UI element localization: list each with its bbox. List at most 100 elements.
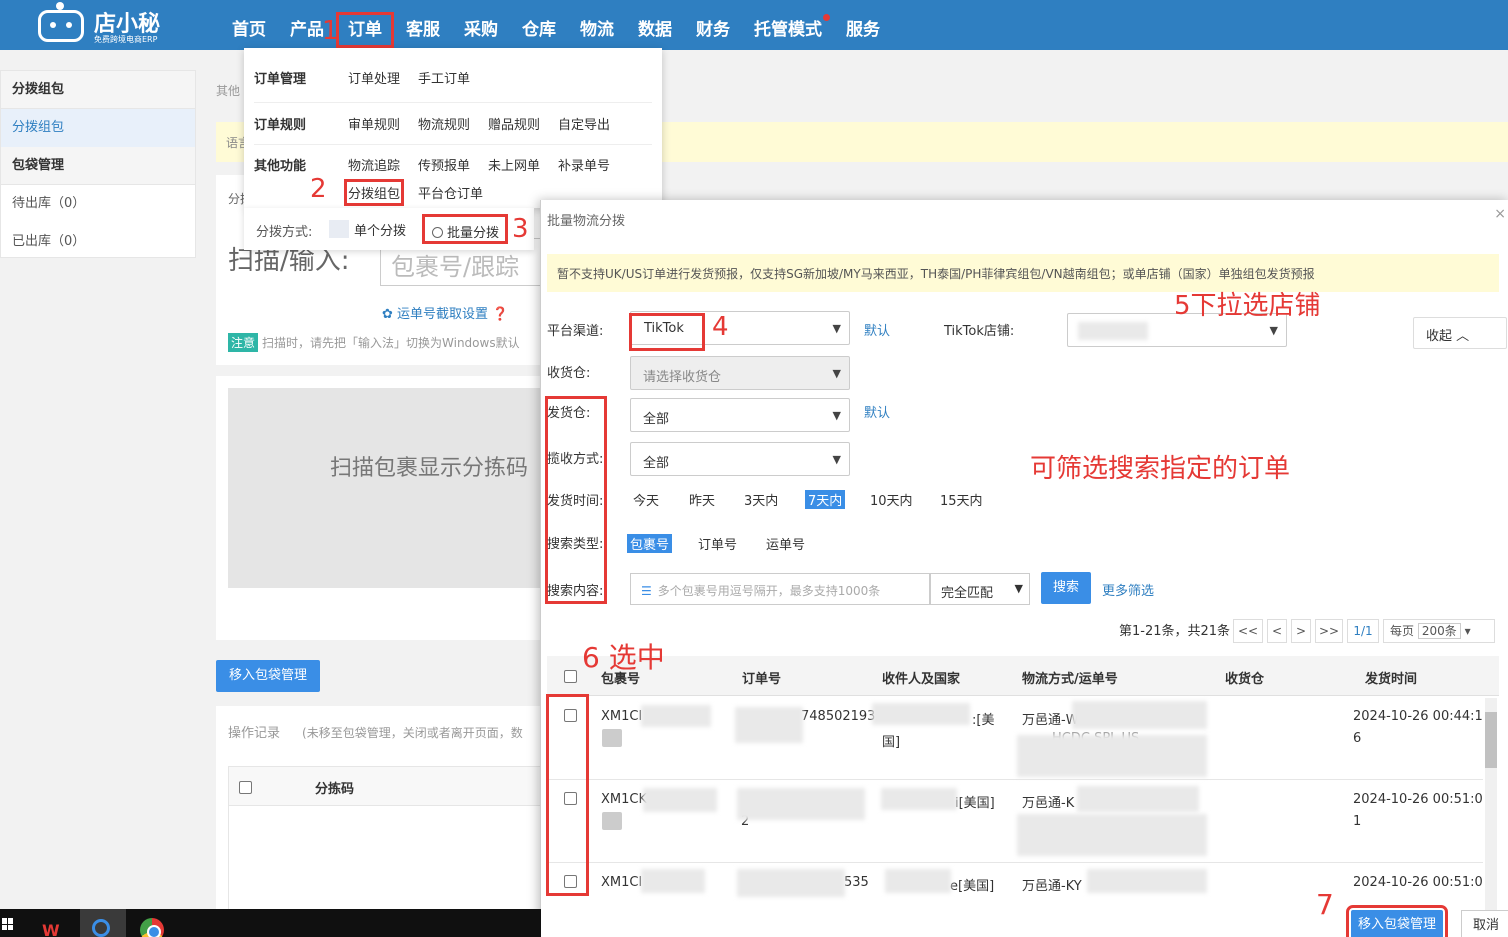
- search-type-order[interactable]: 订单号: [698, 534, 737, 553]
- column-order: 订单号: [742, 672, 782, 687]
- search-content-input[interactable]: ☰ 多个包裹号用逗号隔开，最多支持1000条: [630, 573, 930, 605]
- search-type-waybill[interactable]: 运单号: [766, 534, 805, 553]
- table-row[interactable]: XM1Cl 748502193 :[美 国] 万邑通-W HCDC SPL US…: [547, 697, 1483, 780]
- select-all-checkbox[interactable]: [564, 670, 577, 683]
- package-tag: [602, 812, 622, 830]
- collapse-button[interactable]: 收起 ︿: [1413, 317, 1507, 349]
- blurred-cell: [643, 788, 717, 812]
- annotation-step-1: 1: [322, 16, 339, 46]
- menu-item-gift-rules[interactable]: 赠品规则: [488, 114, 540, 133]
- menu-item-manual-order[interactable]: 手工订单: [418, 68, 470, 87]
- search-button[interactable]: 搜索: [1041, 572, 1091, 604]
- menu-item-order-process[interactable]: 订单处理: [348, 68, 400, 87]
- platform-select[interactable]: TikTok ▼: [629, 311, 850, 351]
- ship-time: 2024-10-26 00:51:0: [1353, 875, 1483, 890]
- nav-hosting-mode[interactable]: 托管模式: [742, 0, 834, 50]
- sidebar-item-pending[interactable]: 待出库（0）: [1, 185, 195, 223]
- platform-value: TikTok: [629, 313, 705, 351]
- nav-home[interactable]: 首页: [220, 0, 278, 50]
- blurred-cell: [737, 869, 845, 897]
- receive-warehouse-select[interactable]: 请选择收货仓 ▼: [630, 356, 850, 390]
- nav-orders[interactable]: 订单: [336, 12, 394, 48]
- menu-item-audit-rules[interactable]: 审单规则: [348, 114, 400, 133]
- search-placeholder: 多个包裹号用逗号隔开，最多支持1000条: [657, 584, 881, 598]
- windows-start-icon[interactable]: [2, 918, 14, 930]
- time-option-today[interactable]: 今天: [633, 490, 659, 509]
- table-row[interactable]: XM1Cl 535 e[美国] 万邑通-KY 2024-10-26 00:51:…: [547, 863, 1483, 937]
- note-text: 扫描时，请先把「输入法」切换为Windows默认: [262, 336, 520, 350]
- batch-sort-option[interactable]: 批量分拨: [422, 214, 508, 244]
- platform-default-link[interactable]: 默认: [864, 320, 890, 339]
- ship-warehouse-select[interactable]: 全部 ▼: [630, 398, 850, 432]
- table-row[interactable]: XM1CK 2 i[美国] 万邑通-K 2024-10-26 00:51:0 1: [547, 780, 1483, 863]
- ship-time-cont: 1: [1353, 814, 1362, 829]
- top-nav-bar: 店小秘 免费跨境电商ERP 首页 产品 订单 客服 采购 仓库 物流 数据 财务…: [0, 0, 1508, 50]
- close-icon[interactable]: ×: [1494, 206, 1506, 222]
- per-page-control[interactable]: 每页 200条 ▾: [1383, 619, 1495, 643]
- annotation-step-2: 2: [310, 174, 327, 204]
- annotation-step-4: 4: [712, 312, 729, 342]
- time-option-15days[interactable]: 15天内: [940, 490, 983, 509]
- time-option-7days[interactable]: 7天内: [805, 490, 846, 509]
- blurred-cell: [641, 869, 705, 893]
- scan-display-text: 扫描包裹显示分拣码: [330, 456, 529, 481]
- sidebar-item-sorting[interactable]: 分拨组包: [1, 109, 195, 147]
- os-taskbar: W: [0, 909, 541, 937]
- app-logo[interactable]: 店小秘 免费跨境电商ERP: [38, 2, 178, 46]
- nav-data[interactable]: 数据: [626, 0, 684, 50]
- ship-time-label: 发货时间:: [547, 494, 604, 509]
- blurred-cell: [885, 869, 951, 893]
- ship-time: 2024-10-26 00:44:1: [1353, 709, 1483, 724]
- scan-input-placeholder: 包裹号/跟踪: [391, 253, 520, 281]
- time-option-10days[interactable]: 10天内: [870, 490, 913, 509]
- pager-last[interactable]: >>: [1315, 619, 1343, 643]
- nav-services[interactable]: 服务: [834, 0, 892, 50]
- menu-item-custom-export[interactable]: 自定导出: [558, 114, 610, 133]
- match-mode-select[interactable]: 完全匹配 ▼: [930, 573, 1030, 605]
- chrome-icon[interactable]: [140, 918, 164, 937]
- pager-first[interactable]: <<: [1233, 619, 1263, 643]
- sorting-method-bar: 分拨方式: 单个分拨 批量分拨: [244, 208, 534, 250]
- search-app-icon[interactable]: [80, 909, 126, 937]
- move-to-bag-button-bg[interactable]: 移入包袋管理: [216, 660, 320, 692]
- chevron-down-icon: ▼: [832, 322, 841, 335]
- wps-icon[interactable]: W: [42, 921, 60, 937]
- logistics-method: 万邑通-W: [1022, 713, 1079, 728]
- chevron-up-icon: ︿: [1456, 329, 1470, 344]
- nav-finance[interactable]: 财务: [684, 0, 742, 50]
- order-table-header: 包裹号 订单号 收件人及国家 物流方式/运单号 收货仓 发货时间: [547, 656, 1499, 696]
- single-sort-label[interactable]: 单个分拨: [354, 220, 406, 239]
- column-logistics: 物流方式/运单号: [1022, 672, 1118, 687]
- nav-logistics[interactable]: 物流: [568, 0, 626, 50]
- time-option-yesterday[interactable]: 昨天: [689, 490, 715, 509]
- menu-item-logistics-rules[interactable]: 物流规则: [418, 114, 470, 133]
- radio-icon: [432, 227, 443, 238]
- platform-label: 平台渠道:: [547, 324, 604, 339]
- scrollbar-thumb[interactable]: [1485, 712, 1497, 768]
- time-option-3days[interactable]: 3天内: [744, 490, 778, 509]
- select-all-checkbox[interactable]: [239, 781, 252, 794]
- column-recipient: 收件人及国家: [882, 672, 961, 687]
- search-type-label: 搜索类型:: [547, 537, 604, 552]
- search-type-package[interactable]: 包裹号: [627, 534, 673, 553]
- more-filter-link[interactable]: 更多筛选: [1102, 580, 1154, 599]
- ship-default-link[interactable]: 默认: [864, 402, 890, 421]
- blurred-cell: [872, 703, 970, 725]
- modal-notice: 暂不支持UK/US订单进行发货预报，仅支持SG新加坡/MY马来西亚，TH泰国/P…: [547, 254, 1499, 292]
- sidebar-item-shipped[interactable]: 已出库（0）: [1, 223, 195, 261]
- nav-warehouse[interactable]: 仓库: [510, 0, 568, 50]
- cancel-button[interactable]: 取消: [1461, 910, 1508, 937]
- nav-purchase[interactable]: 采购: [452, 0, 510, 50]
- menu-item-sorting-package[interactable]: 分拨组包: [343, 179, 405, 206]
- sidebar-group-bags: 包袋管理: [1, 147, 195, 185]
- move-to-bag-button[interactable]: 移入包袋管理: [1346, 905, 1448, 937]
- menu-item-platform-warehouse[interactable]: 平台仓订单: [418, 183, 483, 202]
- single-sort-radio[interactable]: [329, 220, 349, 238]
- pager-next[interactable]: >: [1291, 619, 1311, 643]
- pickup-select[interactable]: 全部 ▼: [630, 442, 850, 476]
- pager-prev[interactable]: <: [1267, 619, 1287, 643]
- per-page-value: 200条: [1417, 623, 1461, 639]
- help-icon[interactable]: ❓: [492, 307, 508, 322]
- waybill-setting-link[interactable]: ✿ 运单号截取设置 ❓: [382, 303, 508, 322]
- nav-service[interactable]: 客服: [394, 0, 452, 50]
